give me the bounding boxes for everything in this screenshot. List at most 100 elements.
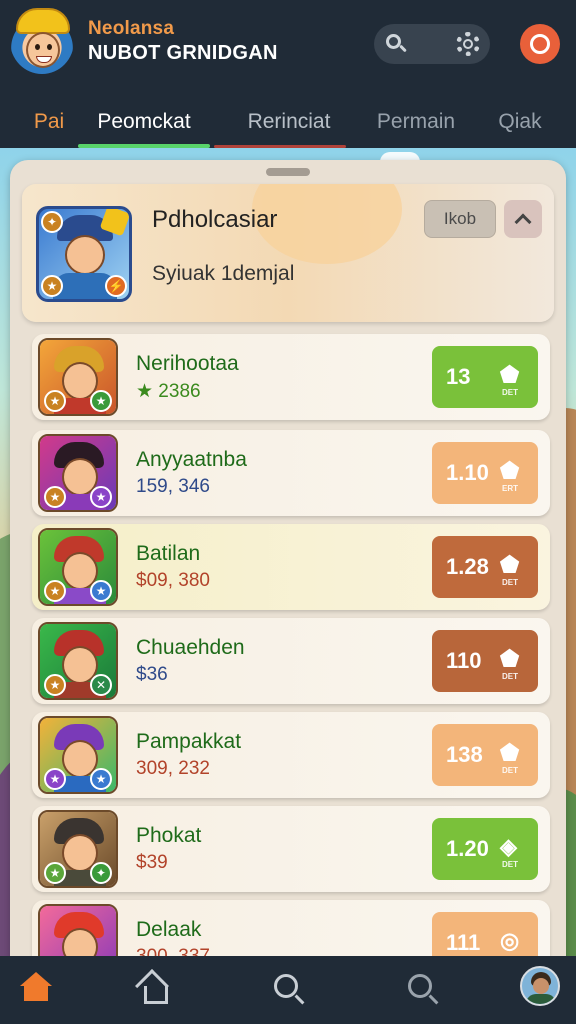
brand-subtitle: Neolansa: [88, 18, 175, 39]
featured-action-button[interactable]: Ikob: [424, 200, 496, 238]
star-badge-icon: ★: [90, 486, 112, 508]
star-badge-icon: ★: [44, 768, 66, 790]
price-button[interactable]: 13 ⬟ DET: [432, 346, 538, 408]
tab-2[interactable]: Rerinciat: [214, 96, 364, 148]
list-item[interactable]: ★ ★ Nerihootaa ★ 2386 13 ⬟ DET: [32, 334, 550, 420]
pentagon-icon: ⬟: [500, 646, 520, 671]
price-button[interactable]: 138 ⬟ DET: [432, 724, 538, 786]
item-value: ★ 2386: [136, 381, 201, 402]
character-avatar: ★ ★: [38, 434, 118, 512]
item-value: 159, 346: [136, 476, 210, 497]
lightning-badge-icon: ⚡: [105, 275, 127, 297]
price-tag: DET: [502, 578, 518, 587]
price-label: 110: [446, 648, 482, 673]
featured-subtitle: Syiuak 1demjal: [152, 262, 295, 285]
price-tag: DET: [502, 860, 518, 869]
item-name: Delaak: [136, 918, 202, 941]
nav-shop-button[interactable]: [134, 968, 178, 1012]
featured-title: Pdholcasiar: [152, 206, 278, 233]
mascot-logo-icon[interactable]: [10, 8, 74, 74]
pentagon-icon: ⬟: [500, 362, 520, 387]
record-button[interactable]: [520, 24, 560, 64]
star-badge-icon: ★: [44, 390, 66, 412]
list-item[interactable]: ★ ✕ Chuaehden $36 110 ⬟ DET: [32, 618, 550, 704]
tab-bar: Pai Peomckat Rerinciat Permain Qiak: [0, 96, 576, 148]
star-badge-icon: ★: [90, 768, 112, 790]
active-tab-indicator: [78, 144, 210, 148]
character-avatar: ★ ✦: [38, 810, 118, 888]
character-avatar: ★ ★: [38, 528, 118, 606]
item-name: Chuaehden: [136, 636, 245, 659]
nav-home-button[interactable]: [14, 968, 58, 1012]
item-value: $36: [136, 664, 168, 685]
price-label: 13: [446, 364, 471, 389]
item-value: $09, 380: [136, 570, 210, 591]
item-name: Anyyaatnba: [136, 448, 247, 471]
star-badge-icon: ★: [90, 390, 112, 412]
item-value: 309, 232: [136, 758, 210, 779]
pentagon-icon: ⬟: [500, 552, 520, 577]
tab-3[interactable]: Permain: [364, 96, 468, 148]
chevron-up-icon: [514, 213, 532, 231]
price-label: 1.10: [446, 460, 489, 485]
brand-title: NUBOT GRNIDGAN: [88, 42, 278, 64]
item-value: $39: [136, 852, 168, 873]
nav-explore-button[interactable]: [402, 968, 446, 1012]
price-tag: DET: [502, 766, 518, 775]
price-tag: ERT: [502, 484, 518, 493]
eye-icon: [35, 44, 40, 50]
settings-button[interactable]: [452, 28, 484, 60]
list-item[interactable]: ★ ✦ Phokat $39 1.20 ◈ DET: [32, 806, 550, 892]
tab-0[interactable]: Pai: [14, 96, 84, 148]
star-badge-icon: ✕: [90, 674, 112, 696]
star-badge-icon: ★: [44, 674, 66, 696]
face-icon: [65, 235, 105, 275]
price-tag: DET: [502, 388, 518, 397]
pentagon-icon: ⬟: [500, 740, 520, 765]
search-icon: [274, 974, 298, 998]
pentagon-icon: ⬟: [500, 458, 520, 483]
price-label: 1.28: [446, 554, 489, 579]
star-badge-icon: ★: [44, 486, 66, 508]
profile-avatar[interactable]: [520, 966, 560, 1006]
star-badge-icon: ★: [44, 580, 66, 602]
drag-handle[interactable]: [266, 168, 310, 176]
collapse-button[interactable]: [504, 200, 542, 238]
tab-1-active[interactable]: Peomckat: [78, 96, 210, 148]
item-name: Batilan: [136, 542, 201, 565]
price-button[interactable]: 1.10 ⬟ ERT: [432, 442, 538, 504]
character-avatar: ★ ★: [38, 716, 118, 794]
tab-indicator-secondary: [214, 145, 346, 148]
list-item[interactable]: ★ ★ Batilan $09, 380 1.28 ⬟ DET: [32, 524, 550, 610]
star-badge-icon: ★: [41, 275, 63, 297]
character-avatar: ★ ✕: [38, 622, 118, 700]
search-icon: [408, 974, 432, 998]
diamond-icon: ◈: [500, 834, 517, 859]
item-name: Phokat: [136, 824, 202, 847]
item-name: Pampakkat: [136, 730, 242, 753]
nav-search-button[interactable]: [268, 968, 312, 1012]
price-button[interactable]: 1.28 ⬟ DET: [432, 536, 538, 598]
price-tag: DET: [502, 672, 518, 681]
search-button[interactable]: [378, 28, 412, 60]
eye-icon: [47, 44, 52, 50]
bottom-navigation: [0, 956, 576, 1024]
home-icon: [20, 972, 52, 986]
hat-icon: [16, 8, 70, 34]
gear-badge-icon: ✦: [41, 211, 63, 233]
price-button[interactable]: 1.20 ◈ DET: [432, 818, 538, 880]
price-label: 111: [446, 930, 481, 955]
list-item[interactable]: ★ ★ Anyyaatnba 159, 346 1.10 ⬟ ERT: [32, 430, 550, 516]
item-name: Nerihootaa: [136, 352, 239, 375]
circle-icon: [530, 34, 550, 54]
featured-avatar: ★ ⚡ ✦: [36, 206, 132, 302]
star-badge-icon: ✦: [90, 862, 112, 884]
tab-4[interactable]: Qiak: [480, 96, 560, 148]
character-avatar: ★ ★: [38, 338, 118, 416]
price-label: 1.20: [446, 836, 489, 861]
list-item[interactable]: ★ ★ Pampakkat 309, 232 138 ⬟ DET: [32, 712, 550, 798]
price-label: 138: [446, 742, 483, 767]
star-badge-icon: ★: [90, 580, 112, 602]
price-button[interactable]: 110 ⬟ DET: [432, 630, 538, 692]
star-badge-icon: ★: [44, 862, 66, 884]
